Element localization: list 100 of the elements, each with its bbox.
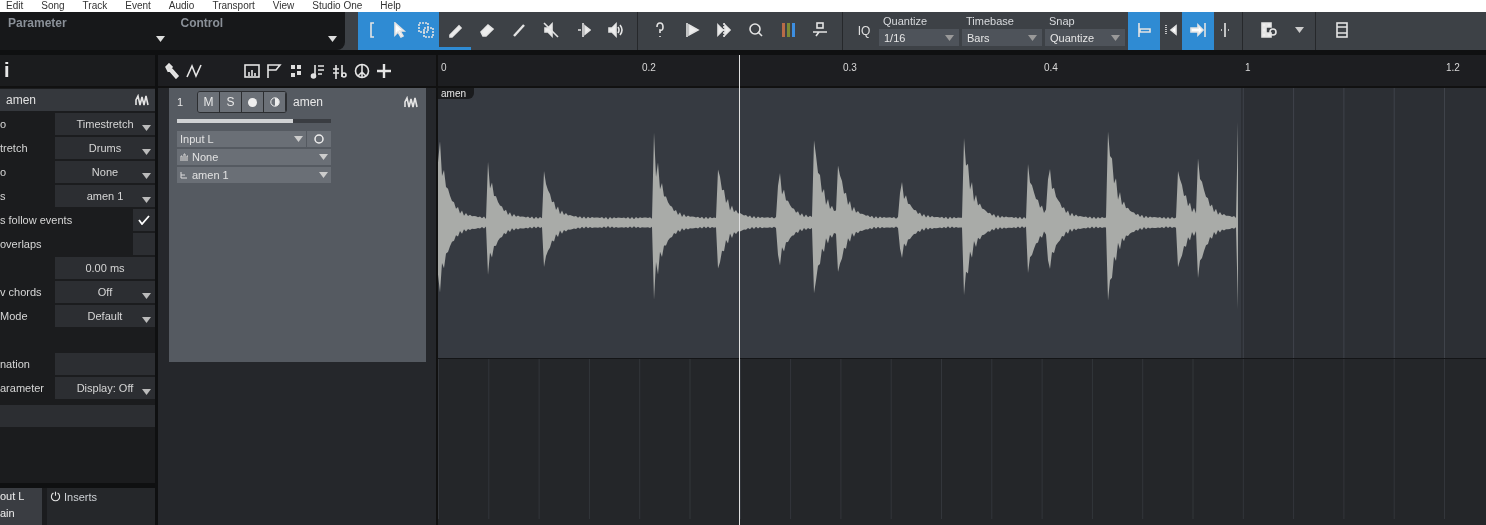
half-circle-icon <box>269 97 280 107</box>
circle-icon <box>314 134 324 144</box>
track-toggle-button[interactable]: S <box>220 92 242 112</box>
eraser-icon[interactable] <box>479 21 495 38</box>
menu-item[interactable]: Song <box>41 0 65 12</box>
ruler-label: 0.2 <box>642 62 656 73</box>
bars-icon <box>180 153 188 161</box>
split-waveform-icon[interactable] <box>575 21 591 38</box>
output-dropdown[interactable]: amen 1 <box>177 167 331 183</box>
selector-label: Snap <box>1048 14 1076 29</box>
speaker-icon[interactable] <box>607 21 623 38</box>
iq-label[interactable]: IQ <box>849 12 879 50</box>
audio-event[interactable]: amen <box>438 88 1241 358</box>
caret-icon[interactable] <box>328 36 337 42</box>
caret-icon <box>142 317 151 323</box>
dropdown[interactable]: Bars <box>962 29 1042 46</box>
record-dot-icon <box>248 97 257 107</box>
property-dropdown[interactable]: Timestretch <box>55 113 155 135</box>
monitor-toggle[interactable] <box>307 131 331 147</box>
property-label: overlaps <box>0 237 43 252</box>
property-dropdown[interactable]: Off <box>55 281 155 303</box>
caret-icon <box>319 154 328 160</box>
property-field[interactable] <box>55 353 155 375</box>
property-label: arameter <box>0 381 46 396</box>
caret-icon <box>1028 34 1037 41</box>
track-toggle-button[interactable]: M <box>198 92 220 112</box>
property-dropdown[interactable]: Drums <box>55 137 155 159</box>
caret-icon <box>945 34 954 41</box>
ruler-label: 0 <box>441 62 447 73</box>
chart-frame-icon[interactable] <box>244 62 260 79</box>
instrument-dropdown[interactable]: None <box>177 149 331 165</box>
caret-icon <box>142 293 151 299</box>
peace-circle-icon[interactable] <box>354 62 370 79</box>
selector-label: Quantize <box>882 14 929 29</box>
property-label: s follow events <box>0 213 73 228</box>
property-dropdown[interactable]: amen 1 <box>55 185 155 207</box>
output-routing-icon <box>180 171 188 179</box>
dropdown[interactable]: 1/16 <box>879 29 959 46</box>
chord-flat-icon[interactable] <box>332 62 348 79</box>
arrow-to-line-icon[interactable] <box>1190 21 1206 38</box>
track-number: 1 <box>177 96 185 108</box>
checkbox[interactable] <box>133 233 155 255</box>
grid-plus-icon[interactable] <box>1261 21 1277 38</box>
color-bars-icon[interactable] <box>780 21 796 38</box>
track-name[interactable]: amen <box>0 89 155 111</box>
waveform-icon[interactable] <box>135 94 149 106</box>
input-dropdown[interactable]: Input L <box>177 131 306 147</box>
ruler-label: 1 <box>1245 62 1251 73</box>
waveform-icon[interactable] <box>404 96 418 108</box>
menu-item[interactable]: Audio <box>168 0 195 12</box>
property-label: Mode <box>0 309 29 324</box>
caret-icon[interactable] <box>155 36 165 42</box>
menu-item[interactable]: View <box>272 0 295 12</box>
menu-item[interactable]: Help <box>380 0 401 12</box>
menu-item[interactable]: Transport <box>212 0 255 12</box>
plus-icon[interactable] <box>376 62 392 79</box>
pixel-grid-icon[interactable] <box>288 62 304 79</box>
ruler-label: 0.4 <box>1044 62 1058 73</box>
magnifier-icon[interactable] <box>748 21 764 38</box>
property-dropdown[interactable]: None <box>55 161 155 183</box>
automation-curve-icon[interactable] <box>186 62 202 79</box>
property-label: o <box>0 117 8 132</box>
caret-icon <box>142 125 151 131</box>
record-button[interactable] <box>242 92 264 112</box>
caret-icon <box>319 172 328 178</box>
io-label[interactable]: out L <box>0 488 42 505</box>
monitor-button[interactable] <box>264 92 286 112</box>
control-label: Control <box>180 16 225 30</box>
caret-icon <box>1294 26 1304 33</box>
time-ruler[interactable]: 0 0.2 0.3 0.4 1 1.2 <box>438 55 1486 88</box>
wrench-icon[interactable] <box>164 62 180 79</box>
mute-speaker-icon[interactable] <box>543 21 559 38</box>
film-strip-icon[interactable] <box>1334 21 1350 38</box>
selector-label: Timebase <box>965 14 1015 29</box>
property-label: nation <box>0 357 31 372</box>
property-dropdown[interactable]: Default <box>55 305 155 327</box>
io-label[interactable]: ain <box>0 505 42 522</box>
dropdown[interactable]: Quantize <box>1045 29 1125 46</box>
ruler-label: 0.3 <box>843 62 857 73</box>
ruler-label: 1.2 <box>1446 62 1460 73</box>
property-dropdown[interactable]: Display: Off <box>55 377 155 399</box>
property-label: o <box>0 165 8 180</box>
menu-item[interactable]: Track <box>82 0 108 12</box>
power-icon[interactable] <box>50 491 61 502</box>
track-name[interactable]: amen <box>293 95 398 109</box>
caret-icon <box>142 197 151 203</box>
caret-icon <box>1111 34 1120 41</box>
music-note-icon[interactable] <box>310 62 326 79</box>
property-field[interactable]: 0.00 ms <box>55 257 155 279</box>
menu-item[interactable]: Studio One <box>312 0 363 12</box>
menu-item[interactable]: Event <box>125 0 151 12</box>
checkbox[interactable] <box>133 209 155 231</box>
align-start-icon[interactable] <box>1136 21 1152 38</box>
property-label: tretch <box>0 141 29 156</box>
caret-icon <box>142 389 151 395</box>
volume-slider[interactable] <box>177 119 331 123</box>
flag-icon[interactable] <box>266 62 282 79</box>
menu-item[interactable]: Edit <box>6 0 24 12</box>
inserts-label: Inserts <box>64 491 97 503</box>
track-header[interactable]: 1 M S amen Input L None amen 1 <box>169 88 426 362</box>
